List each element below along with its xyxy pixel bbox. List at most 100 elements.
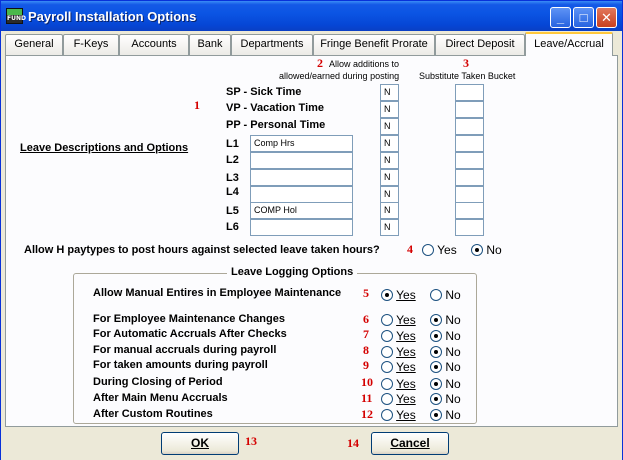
main-menu-accruals-yes-radio[interactable]: Yes xyxy=(381,392,416,408)
manual-accruals-yes-radio[interactable]: Yes xyxy=(381,345,416,361)
leave-l6-bucket-field[interactable] xyxy=(455,219,484,236)
leave-l5-allow-field[interactable]: N xyxy=(380,202,399,219)
tab-strip: General F-Keys Accounts Bank Departments… xyxy=(5,32,617,56)
personal-allow-field[interactable]: N xyxy=(380,118,399,135)
leave-logging-title: Leave Logging Options xyxy=(227,266,358,278)
leave-l4-label: L4 xyxy=(226,186,239,198)
leave-l1-desc-field[interactable]: Comp Hrs xyxy=(250,135,353,152)
radio-circle xyxy=(430,289,442,301)
no-label: No xyxy=(445,345,461,359)
logging-option-employee-maintenance: For Employee Maintenance Changes xyxy=(93,313,285,325)
radio-circle-selected xyxy=(471,244,483,256)
leave-l2-bucket-field[interactable] xyxy=(455,152,484,169)
leave-l4-allow-field[interactable]: N xyxy=(380,186,399,203)
leave-l6-allow-field[interactable]: N xyxy=(380,219,399,236)
radio-circle-selected xyxy=(430,409,442,421)
leave-l2-desc-field[interactable] xyxy=(250,152,353,169)
maximize-button[interactable]: □ xyxy=(573,7,594,28)
custom-routines-no-radio[interactable]: No xyxy=(430,408,461,424)
radio-circle xyxy=(381,361,393,373)
tab-leave-accrual[interactable]: Leave/Accrual xyxy=(525,32,613,56)
no-label: No xyxy=(445,313,461,327)
taken-amounts-no-radio[interactable]: No xyxy=(430,360,461,376)
custom-routines-yes-radio[interactable]: Yes xyxy=(381,408,416,424)
logging-option-taken-amounts: For taken amounts during payroll xyxy=(93,359,268,371)
manual-accruals-no-radio[interactable]: No xyxy=(430,345,461,361)
cancel-button[interactable]: Cancel xyxy=(371,432,449,455)
automatic-accruals-yes-radio[interactable]: Yes xyxy=(381,329,416,345)
leave-l5-desc-field[interactable]: COMP Hol xyxy=(250,202,353,219)
leave-descriptions-label: Leave Descriptions and Options xyxy=(20,142,189,154)
yes-label: Yes xyxy=(437,243,457,257)
employee-maintenance-no-radio[interactable]: No xyxy=(430,313,461,329)
radio-circle xyxy=(381,346,393,358)
title-bar[interactable]: FUND Payroll Installation Options _ □ ✕ xyxy=(1,1,622,31)
tab-fringe-benefit-prorate[interactable]: Fringe Benefit Prorate xyxy=(313,34,435,55)
close-button[interactable]: ✕ xyxy=(596,7,617,28)
tab-accounts[interactable]: Accounts xyxy=(119,34,189,55)
app-icon-text: FUND xyxy=(7,15,26,22)
leave-l1-bucket-field[interactable] xyxy=(455,135,484,152)
no-label: No xyxy=(445,408,461,422)
main-menu-accruals-no-radio[interactable]: No xyxy=(430,392,461,408)
tab-departments[interactable]: Departments xyxy=(231,34,313,55)
vacation-allow-field[interactable]: N xyxy=(380,101,399,118)
leave-l1-allow-field[interactable]: N xyxy=(380,135,399,152)
leave-l5-bucket-field[interactable] xyxy=(455,202,484,219)
automatic-accruals-no-radio[interactable]: No xyxy=(430,329,461,345)
h-paytypes-question: Allow H paytypes to post hours against s… xyxy=(24,244,380,256)
h-paytypes-yes-radio[interactable]: Yes xyxy=(422,243,457,259)
logging-option-manual-entries: Allow Manual Entires in Employee Mainten… xyxy=(93,287,342,299)
tab-f-keys[interactable]: F-Keys xyxy=(63,34,119,55)
leave-l4-bucket-field[interactable] xyxy=(455,186,484,203)
leave-l3-desc-field[interactable] xyxy=(250,169,353,186)
callout-11: 11 xyxy=(361,391,373,405)
payroll-options-window: FUND Payroll Installation Options _ □ ✕ … xyxy=(0,0,623,460)
tab-direct-deposit[interactable]: Direct Deposit xyxy=(435,34,525,55)
tab-general[interactable]: General xyxy=(5,34,63,55)
allow-additions-header-line1: Allow additions to xyxy=(329,59,400,69)
h-paytypes-no-radio[interactable]: No xyxy=(471,243,502,259)
radio-circle-selected xyxy=(381,289,393,301)
logging-option-closing-period: During Closing of Period xyxy=(93,376,223,388)
manual-entries-no-radio[interactable]: No xyxy=(430,288,461,304)
leave-l4-desc-field[interactable] xyxy=(250,186,353,203)
yes-label: Yes xyxy=(396,288,416,302)
no-label: No xyxy=(445,360,461,374)
yes-label: Yes xyxy=(396,408,416,422)
employee-maintenance-yes-radio[interactable]: Yes xyxy=(381,313,416,329)
callout-12: 12 xyxy=(361,407,373,421)
radio-circle xyxy=(381,378,393,390)
cancel-label: Cancel xyxy=(390,436,430,450)
no-label: No xyxy=(445,392,461,406)
closing-period-yes-radio[interactable]: Yes xyxy=(381,377,416,393)
callout-3: 3 xyxy=(463,56,469,70)
radio-circle-selected xyxy=(430,314,442,326)
personal-time-label: PP - Personal Time xyxy=(226,119,326,131)
sick-bucket-field[interactable] xyxy=(455,84,484,101)
ok-button[interactable]: OK xyxy=(161,432,239,455)
taken-amounts-yes-radio[interactable]: Yes xyxy=(381,360,416,376)
personal-bucket-field[interactable] xyxy=(455,118,484,135)
sick-allow-field[interactable]: N xyxy=(380,84,399,101)
minimize-button[interactable]: _ xyxy=(550,7,571,28)
radio-circle-selected xyxy=(430,330,442,342)
yes-label: Yes xyxy=(396,329,416,343)
radio-circle-selected xyxy=(430,393,442,405)
substitute-bucket-header: Substitute Taken Bucket xyxy=(419,71,516,81)
manual-entries-yes-radio[interactable]: Yes xyxy=(381,288,416,304)
leave-l2-allow-field[interactable]: N xyxy=(380,152,399,169)
closing-period-no-radio[interactable]: No xyxy=(430,377,461,393)
leave-l3-allow-field[interactable]: N xyxy=(380,169,399,186)
tab-bank[interactable]: Bank xyxy=(189,34,231,55)
fund-app-icon: FUND xyxy=(6,8,26,24)
vacation-bucket-field[interactable] xyxy=(455,101,484,118)
leave-l6-desc-field[interactable] xyxy=(250,219,353,236)
vacation-time-label: VP - Vacation Time xyxy=(226,102,325,114)
button-bar: OK 13 14 Cancel xyxy=(1,429,622,460)
radio-circle xyxy=(381,409,393,421)
leave-l6-label: L6 xyxy=(226,221,239,233)
radio-circle xyxy=(422,244,434,256)
leave-l3-bucket-field[interactable] xyxy=(455,169,484,186)
radio-circle-selected xyxy=(430,361,442,373)
